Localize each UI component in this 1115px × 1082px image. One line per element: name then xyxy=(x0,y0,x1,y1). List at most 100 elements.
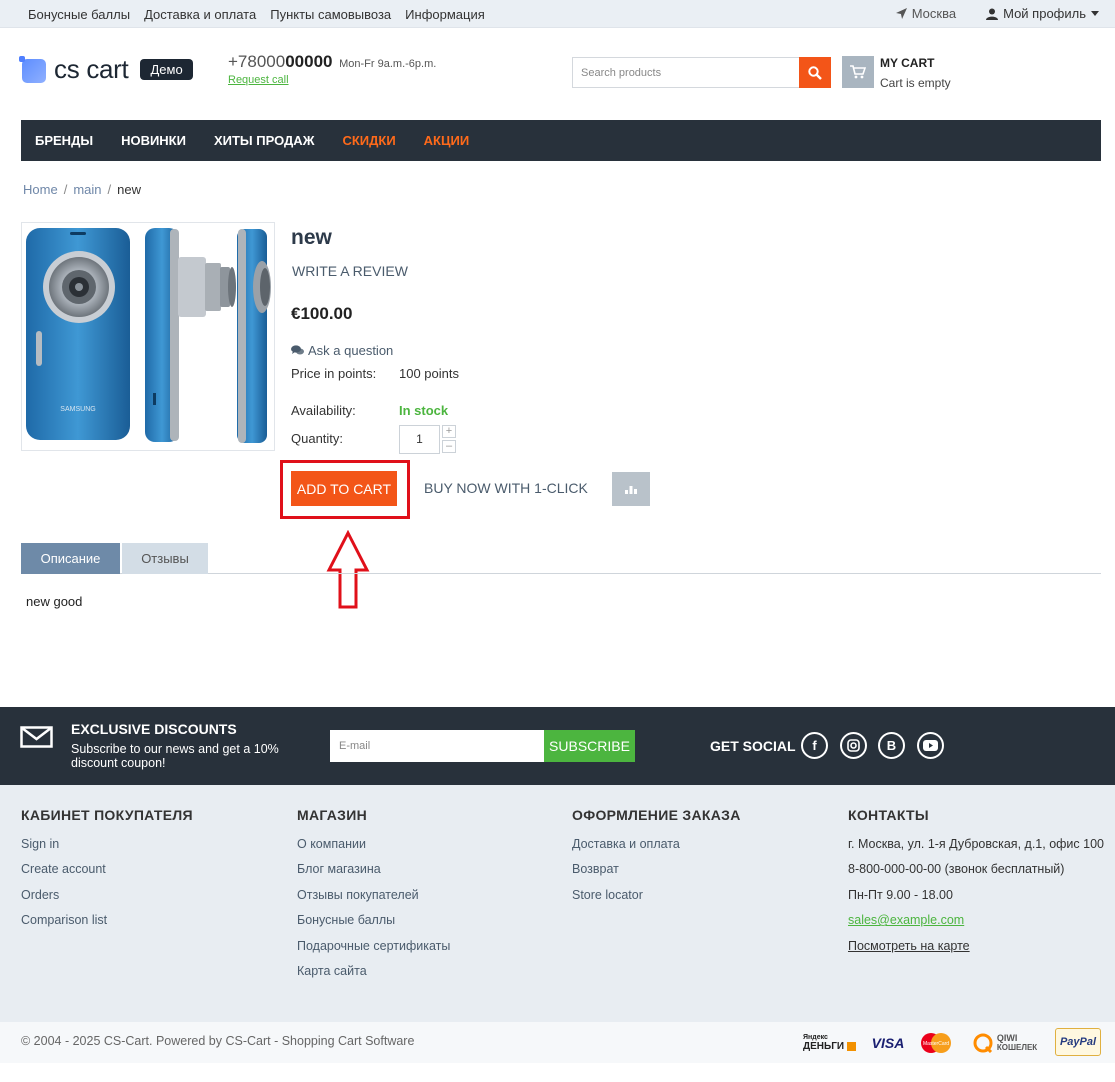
product-tabs: Описание Отзывы xyxy=(21,543,1101,574)
email-field[interactable] xyxy=(330,730,544,762)
profile-menu[interactable]: Мой профиль xyxy=(986,6,1099,21)
footer-link-about[interactable]: О компании xyxy=(297,832,450,857)
logo-mark-icon xyxy=(19,55,46,83)
footer-checkout-title: ОФОРМЛЕНИЕ ЗАКАЗА xyxy=(572,807,741,823)
user-icon xyxy=(986,8,999,20)
social-heading: GET SOCIAL xyxy=(710,738,796,754)
contact-address: г. Москва, ул. 1-я Дубровская, д.1, офис… xyxy=(848,837,1104,851)
highlight-box xyxy=(280,460,410,519)
top-link-info[interactable]: Информация xyxy=(405,7,485,22)
cart-title: MY CART xyxy=(880,56,935,70)
cart-status: Cart is empty xyxy=(880,76,951,90)
demo-badge: Демо xyxy=(140,59,193,80)
footer-link-blog[interactable]: Блог магазина xyxy=(297,857,450,882)
subscribe-text: Subscribe to our news and get a 10% disc… xyxy=(71,742,279,770)
breadcrumb: Home / main / new xyxy=(23,182,141,197)
profile-label: Мой профиль xyxy=(1003,6,1086,21)
breadcrumb-main[interactable]: main xyxy=(73,182,101,197)
youtube-icon[interactable] xyxy=(917,732,944,759)
subscribe-bar: EXCLUSIVE DISCOUNTS Subscribe to our new… xyxy=(0,707,1115,785)
breadcrumb-home[interactable]: Home xyxy=(23,182,58,197)
menu-item-brands[interactable]: БРЕНДЫ xyxy=(35,133,93,148)
mastercard-icon: MasterCard xyxy=(918,1030,954,1056)
search-box xyxy=(572,57,831,88)
footer-contacts-column: КОНТАКТЫ г. Москва, ул. 1-я Дубровская, … xyxy=(848,807,1104,959)
tab-content: new good xyxy=(26,594,83,609)
menu-item-discounts[interactable]: СКИДКИ xyxy=(342,133,395,148)
yandex-money-icon: Яндекс ДЕНЬГИ xyxy=(803,1030,857,1056)
top-link-delivery[interactable]: Доставка и оплата xyxy=(144,7,256,22)
add-to-comparison-button[interactable] xyxy=(612,472,650,506)
cart-icon xyxy=(842,56,874,88)
subscribe-heading: EXCLUSIVE DISCOUNTS xyxy=(71,721,237,737)
caret-down-icon xyxy=(1091,10,1099,16)
search-input[interactable] xyxy=(573,58,801,87)
menu-item-promotions[interactable]: АКЦИИ xyxy=(424,133,470,148)
footer-link-comparison[interactable]: Comparison list xyxy=(21,908,193,933)
points-value: 100 points xyxy=(399,366,459,381)
svg-text:MasterCard: MasterCard xyxy=(923,1041,949,1047)
availability-label: Availability: xyxy=(291,403,356,418)
vk-icon[interactable]: B xyxy=(878,732,905,759)
request-call-link[interactable]: Request call xyxy=(228,74,436,86)
tab-reviews[interactable]: Отзывы xyxy=(122,543,208,574)
footer-link-returns[interactable]: Возврат xyxy=(572,857,741,882)
footer-link-orders[interactable]: Orders xyxy=(21,883,193,908)
footer-customer-column: КАБИНЕТ ПОКУПАТЕЛЯ Sign in Create accoun… xyxy=(21,807,193,934)
view-map-link[interactable]: Посмотреть на карте xyxy=(848,939,970,953)
footer-link-gift-certificates[interactable]: Подарочные сертификаты xyxy=(297,934,450,959)
phone-block: +7800000000 Mon-Fr 9a.m.-6p.m. Request c… xyxy=(228,52,436,86)
footer-store-column: МАГАЗИН О компании Блог магазина Отзывы … xyxy=(297,807,450,984)
top-link-bonus[interactable]: Бонусные баллы xyxy=(28,7,130,22)
footer-checkout-column: ОФОРМЛЕНИЕ ЗАКАЗА Доставка и оплата Возв… xyxy=(572,807,741,908)
footer-contacts-title: КОНТАКТЫ xyxy=(848,807,929,823)
instagram-icon[interactable] xyxy=(840,732,867,759)
contact-hours: Пн-Пт 9.00 - 18.00 xyxy=(848,887,953,902)
top-bar: Бонусные баллы Доставка и оплата Пункты … xyxy=(0,0,1115,28)
footer-link-store-locator[interactable]: Store locator xyxy=(572,883,741,908)
quantity-decrease-button[interactable]: – xyxy=(442,440,456,453)
top-link-pickup[interactable]: Пункты самовывоза xyxy=(270,7,391,22)
menu-item-bestsellers[interactable]: ХИТЫ ПРОДАЖ xyxy=(214,133,314,148)
contact-phone: 8-800-000-00-00 (звонок бесплатный) xyxy=(848,862,1065,877)
product-image[interactable]: SAMSUNG xyxy=(21,222,275,451)
availability-status: In stock xyxy=(399,403,449,418)
footer-link-create-account[interactable]: Create account xyxy=(21,857,193,882)
logo-text: cs cart xyxy=(54,54,129,84)
comments-icon xyxy=(291,345,304,355)
location-arrow-icon xyxy=(895,8,907,19)
phone-number: +7800000000 xyxy=(228,52,333,71)
write-review-link[interactable]: WRITE A REVIEW xyxy=(292,263,408,279)
buy-now-one-click-button[interactable]: BUY NOW WITH 1-CLICK xyxy=(424,480,588,496)
quantity-label: Quantity: xyxy=(291,431,344,446)
contact-email-link[interactable]: sales@example.com xyxy=(848,913,964,927)
footer-link-delivery[interactable]: Доставка и оплата xyxy=(572,832,741,857)
subscribe-button[interactable]: SUBSCRIBE xyxy=(544,730,635,762)
quantity-increase-button[interactable]: + xyxy=(442,425,456,438)
city-selector[interactable]: Москва xyxy=(895,6,957,21)
ask-question-link[interactable]: Ask a question xyxy=(291,343,393,358)
search-button[interactable] xyxy=(799,57,831,88)
footer-link-sitemap[interactable]: Карта сайта xyxy=(297,959,450,984)
footer: КАБИНЕТ ПОКУПАТЕЛЯ Sign in Create accoun… xyxy=(0,785,1115,1022)
copyright: © 2004 - 2025 CS-Cart. Powered by CS-Car… xyxy=(21,1034,415,1048)
city-label: Москва xyxy=(911,6,957,21)
search-icon xyxy=(808,65,822,80)
menu-item-new[interactable]: НОВИНКИ xyxy=(121,133,186,148)
facebook-icon[interactable]: f xyxy=(801,732,828,759)
visa-icon: VISA xyxy=(871,1035,905,1051)
store-logo[interactable]: cs cart Демо xyxy=(19,54,193,85)
points-label: Price in points: xyxy=(291,366,377,381)
product-title: new xyxy=(291,226,332,249)
product-image-brand: SAMSUNG xyxy=(60,406,95,413)
quantity-input[interactable]: 1 xyxy=(399,425,440,454)
mini-cart[interactable]: MY CART Cart is empty xyxy=(842,56,951,90)
footer-link-sign-in[interactable]: Sign in xyxy=(21,832,193,857)
footer-link-testimonials[interactable]: Отзывы покупателей xyxy=(297,883,450,908)
footer-bottom: © 2004 - 2025 CS-Cart. Powered by CS-Car… xyxy=(0,1022,1115,1063)
tab-description[interactable]: Описание xyxy=(21,543,120,574)
footer-link-bonus[interactable]: Бонусные баллы xyxy=(297,908,450,933)
main-menu: БРЕНДЫ НОВИНКИ ХИТЫ ПРОДАЖ СКИДКИ АКЦИИ xyxy=(21,120,1101,161)
points-row: Price in points: 100 points xyxy=(291,366,459,381)
availability-row: Availability: In stock xyxy=(291,403,448,418)
